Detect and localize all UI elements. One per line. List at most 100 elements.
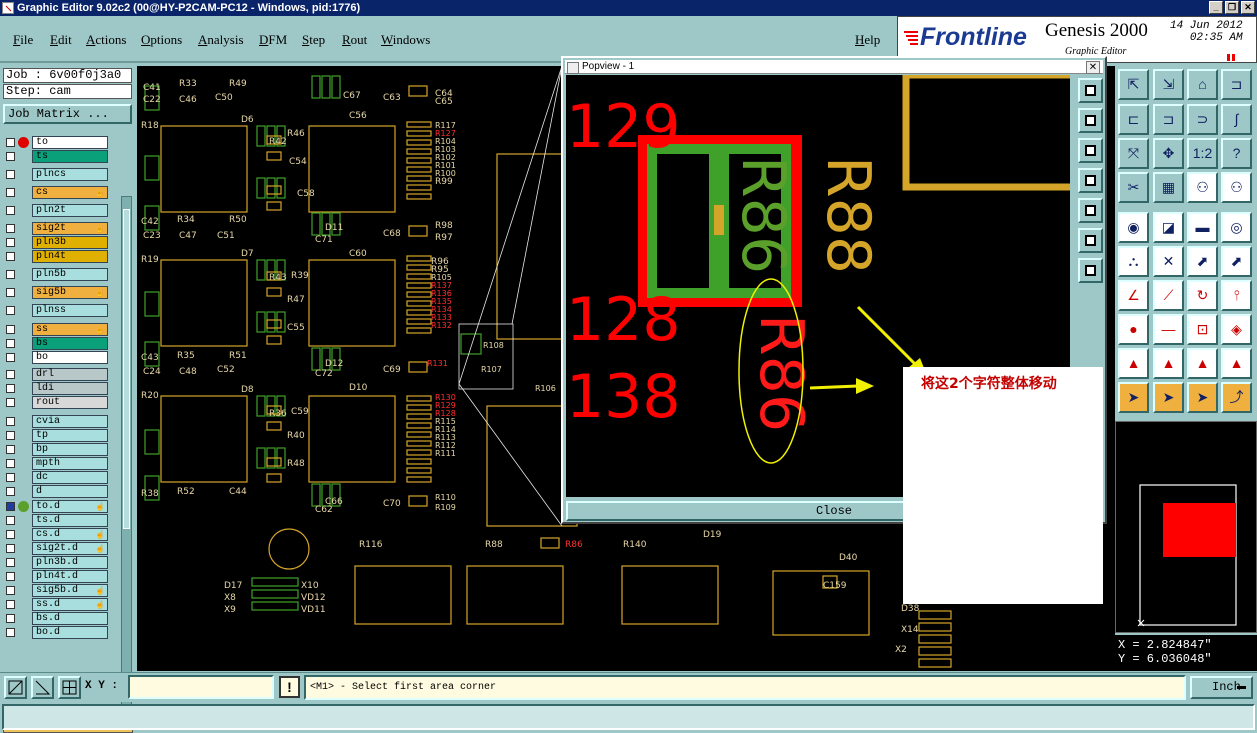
xy-input[interactable] <box>128 675 274 699</box>
layer-checkbox[interactable] <box>6 459 15 468</box>
menu-step[interactable]: Step <box>302 32 325 48</box>
layer-name[interactable]: pln2t <box>32 204 108 217</box>
tool-select-button[interactable]: ➤ <box>1153 382 1184 413</box>
popview-tool-2[interactable] <box>1078 108 1103 133</box>
layer-row-to-d[interactable]: to.d ☝ <box>5 500 109 513</box>
layer-row-pln3b-d[interactable]: pln3b.d <box>5 556 109 569</box>
popview-close-icon[interactable]: ✕ <box>1086 61 1100 74</box>
layer-row-ts-d[interactable]: ts.d <box>5 514 109 527</box>
menu-actions[interactable]: Actions <box>86 32 126 48</box>
tool-export-button[interactable]: ⇲ <box>1153 69 1184 100</box>
layer-checkbox[interactable] <box>6 270 15 279</box>
layer-name[interactable]: cvia <box>32 415 108 428</box>
layer-name[interactable]: bp <box>32 443 108 456</box>
layer-name[interactable]: cs ☝ <box>32 186 108 199</box>
measure-tool-button[interactable] <box>31 676 54 699</box>
layer-row-to[interactable]: to <box>5 136 109 149</box>
layer-row-ts[interactable]: ts <box>5 150 109 163</box>
layer-name[interactable]: pln4t <box>32 250 108 263</box>
tool-pointer-button[interactable]: ➤ <box>1118 382 1149 413</box>
menu-dfm[interactable]: DFM <box>259 32 287 48</box>
tool-center-button[interactable]: ✥ <box>1153 138 1184 169</box>
popview-tool-4[interactable] <box>1078 168 1103 193</box>
layer-checkbox[interactable] <box>6 502 15 511</box>
layer-row-pln2t[interactable]: pln2t <box>5 204 109 217</box>
layer-name[interactable]: bs <box>32 337 108 350</box>
tool-rotate-button[interactable]: ↻ <box>1187 280 1218 311</box>
layer-scrollbar[interactable] <box>121 196 132 714</box>
layer-name[interactable]: plncs <box>32 168 108 181</box>
menu-options[interactable]: Options <box>141 32 182 48</box>
close-window-button[interactable]: ✕ <box>1241 1 1255 14</box>
layer-row-cs[interactable]: cs ☝ <box>5 186 109 199</box>
layer-row-pln4t-d[interactable]: pln4t.d <box>5 570 109 583</box>
tool-draw-red-button[interactable]: ◪ <box>1153 212 1184 243</box>
layer-name[interactable]: pln4t.d <box>32 570 108 583</box>
layer-name[interactable]: cs.d ☝ <box>32 528 108 541</box>
layer-row-dc[interactable]: dc <box>5 471 109 484</box>
job-matrix-button[interactable]: Job Matrix ... <box>3 104 132 124</box>
layer-checkbox[interactable] <box>6 288 15 297</box>
layer-row-bo-d[interactable]: bo.d <box>5 626 109 639</box>
popview-tool-1[interactable] <box>1078 78 1103 103</box>
layer-name[interactable]: ss.d ☝ <box>32 598 108 611</box>
scroll-thumb[interactable] <box>123 209 130 529</box>
layer-checkbox[interactable] <box>6 238 15 247</box>
layer-row-ldi[interactable]: ldi <box>5 382 109 395</box>
tool-layer-a-button[interactable]: ⚇ <box>1187 172 1218 203</box>
grid-tool-button[interactable] <box>58 676 81 699</box>
tool-move-button[interactable]: ➤ <box>1187 382 1218 413</box>
tool-step-button[interactable]: ⤴ <box>1221 382 1252 413</box>
tool-mirror-button[interactable]: ⫯ <box>1221 280 1252 311</box>
layer-checkbox[interactable] <box>6 339 15 348</box>
tool-arc-d-button[interactable]: ▲ <box>1221 348 1252 379</box>
restore-button[interactable]: ❐ <box>1225 1 1239 14</box>
layer-name[interactable]: rout <box>32 396 108 409</box>
layer-row-plnss[interactable]: plnss <box>5 304 109 317</box>
layer-name[interactable]: d <box>32 485 108 498</box>
layer-checkbox[interactable] <box>6 614 15 623</box>
layer-checkbox[interactable] <box>6 600 15 609</box>
tool-fit-button[interactable]: ⤧ <box>1118 138 1149 169</box>
menu-rout[interactable]: Rout <box>342 32 367 48</box>
layer-checkbox[interactable] <box>6 252 15 261</box>
layer-checkbox[interactable] <box>6 384 15 393</box>
menu-edit[interactable]: Edit <box>50 32 72 48</box>
layer-name[interactable]: bs.d <box>32 612 108 625</box>
tool-ruler-button[interactable]: ▬ <box>1187 212 1218 243</box>
layer-row-drl[interactable]: drl <box>5 368 109 381</box>
tool-dim-button[interactable]: ⊡ <box>1187 314 1218 345</box>
layer-name[interactable]: tp <box>32 429 108 442</box>
tool-place-button[interactable]: ● <box>1118 314 1149 345</box>
layer-name[interactable]: plnss <box>32 304 108 317</box>
layer-name[interactable]: ts.d <box>32 514 108 527</box>
tool-arc-c-button[interactable]: ▲ <box>1187 348 1218 379</box>
tool-line-button[interactable]: ⟋ <box>1153 280 1184 311</box>
layer-name[interactable]: pln3b.d <box>32 556 108 569</box>
menu-help[interactable]: Help <box>855 32 880 48</box>
alert-icon[interactable]: ! <box>279 676 300 698</box>
layer-row-sig5b[interactable]: sig5b ☝ <box>5 286 109 299</box>
layer-checkbox[interactable] <box>6 558 15 567</box>
tool-import-button[interactable]: ⇱ <box>1118 69 1149 100</box>
layer-checkbox[interactable] <box>6 530 15 539</box>
layer-name[interactable]: mpth <box>32 457 108 470</box>
layer-checkbox[interactable] <box>6 473 15 482</box>
layer-checkbox[interactable] <box>6 325 15 334</box>
tool-grid-button[interactable]: ▦ <box>1153 172 1184 203</box>
layer-checkbox[interactable] <box>6 544 15 553</box>
menu-analysis[interactable]: Analysis <box>198 32 244 48</box>
layer-row-cs-d[interactable]: cs.d ☝ <box>5 528 109 541</box>
units-dropdown[interactable]: Inch <box>1190 676 1253 699</box>
menu-file[interactable]: File <box>13 32 33 48</box>
menu-windows[interactable]: Windows <box>381 32 430 48</box>
layer-name[interactable]: ss ☝ <box>32 323 108 336</box>
layer-row-bs[interactable]: bs <box>5 337 109 350</box>
layer-checkbox[interactable] <box>6 170 15 179</box>
layer-name[interactable]: sig2t.d ☝ <box>32 542 108 555</box>
layer-checkbox[interactable] <box>6 152 15 161</box>
layer-row-plncs[interactable]: plncs <box>5 168 109 181</box>
layer-checkbox[interactable] <box>6 206 15 215</box>
tool-dot-line-button[interactable]: ⬈ <box>1221 246 1252 277</box>
layer-checkbox[interactable] <box>6 188 15 197</box>
